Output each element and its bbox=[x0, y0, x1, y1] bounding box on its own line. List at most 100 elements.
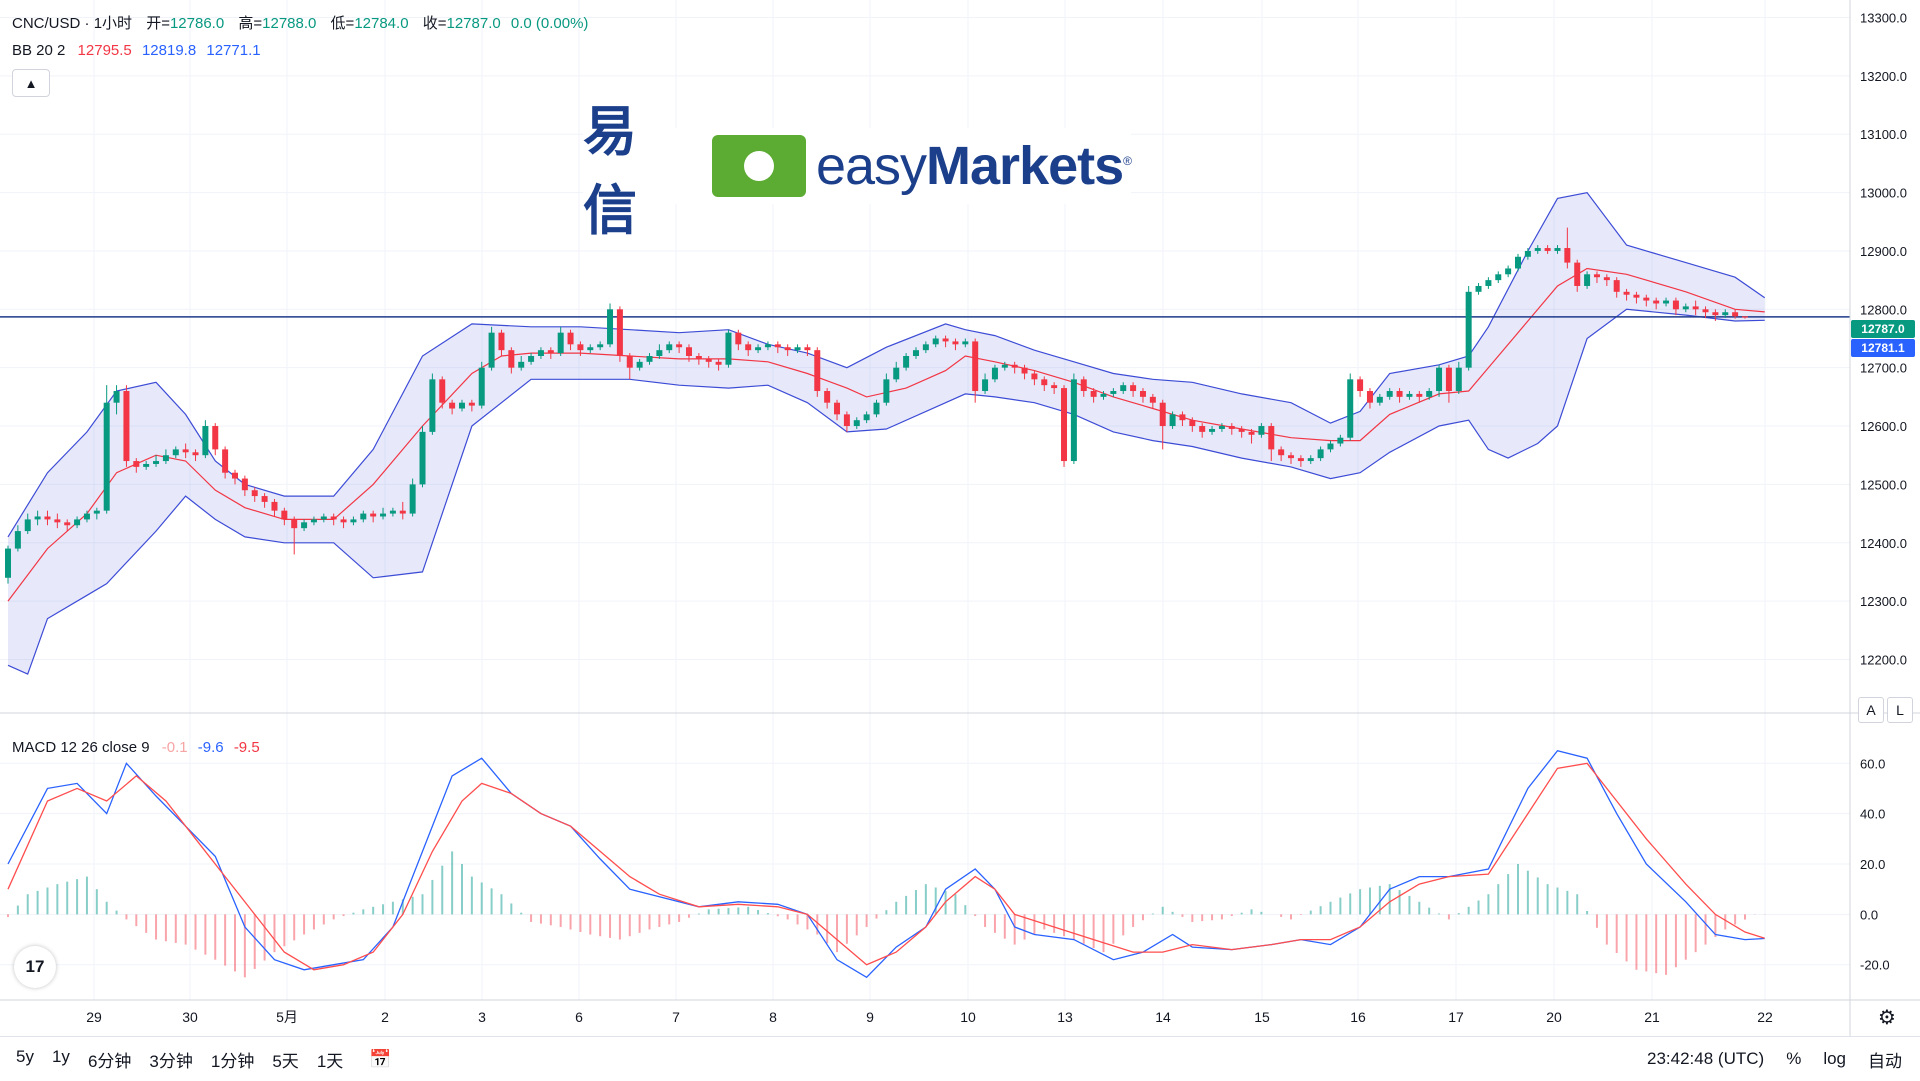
candle-body bbox=[1218, 426, 1225, 429]
bb-legend[interactable]: BB 20 2 12795.5 12819.8 12771.1 bbox=[12, 42, 261, 59]
macd-label: MACD 12 26 close 9 bbox=[12, 739, 150, 756]
x-tick-label: 8 bbox=[769, 1009, 777, 1025]
candle-body bbox=[577, 344, 584, 351]
candle-body bbox=[853, 420, 860, 427]
bb-lower-value: 12771.1 bbox=[206, 42, 261, 59]
range-1y[interactable]: 1y bbox=[52, 1047, 70, 1072]
candle-body bbox=[922, 344, 929, 351]
candle-body bbox=[656, 350, 663, 356]
logo-en-text: easyMarkets® bbox=[815, 136, 1132, 196]
range-1d[interactable]: 1天 bbox=[317, 1047, 343, 1072]
candle-body bbox=[1080, 379, 1087, 392]
candle-body bbox=[1445, 367, 1452, 392]
candle-body bbox=[537, 350, 544, 356]
auto-scale-button[interactable]: A bbox=[1858, 697, 1884, 723]
bb-lower-pill: 12781.1 bbox=[1851, 339, 1915, 357]
range-6m[interactable]: 6分钟 bbox=[88, 1047, 131, 1072]
candle-body bbox=[1574, 262, 1581, 286]
candle-body bbox=[291, 519, 298, 529]
log-scale-button[interactable]: L bbox=[1887, 697, 1913, 723]
candle-body bbox=[320, 516, 327, 520]
candle-body bbox=[666, 344, 673, 351]
candle-body bbox=[962, 341, 969, 345]
candle-body bbox=[1633, 294, 1640, 298]
range-1m[interactable]: 1分钟 bbox=[211, 1047, 254, 1072]
candle-body bbox=[1416, 393, 1423, 397]
candle-body bbox=[54, 519, 61, 523]
macd-legend[interactable]: MACD 12 26 close 9 -0.1 -9.6 -9.5 bbox=[12, 739, 260, 756]
candle-body bbox=[1426, 391, 1433, 397]
candle-body bbox=[1722, 312, 1729, 316]
range-5d[interactable]: 5天 bbox=[272, 1047, 298, 1072]
price-tick-label: 12200.0 bbox=[1860, 652, 1907, 667]
candle-body bbox=[883, 379, 890, 403]
candle-body bbox=[1110, 391, 1117, 394]
candle-body bbox=[1317, 449, 1324, 459]
candle-body bbox=[419, 431, 426, 485]
x-tick-label: 15 bbox=[1254, 1009, 1270, 1025]
candle-body bbox=[1149, 396, 1156, 403]
candle-body bbox=[83, 513, 90, 520]
candle-body bbox=[1672, 300, 1679, 310]
range-5y[interactable]: 5y bbox=[16, 1047, 34, 1072]
candle-body bbox=[932, 338, 939, 345]
bb-label: BB 20 2 bbox=[12, 42, 66, 59]
x-tick-label: 17 bbox=[1448, 1009, 1464, 1025]
candle-body bbox=[1258, 426, 1265, 435]
candle-body bbox=[182, 449, 189, 453]
candle-body bbox=[991, 367, 998, 380]
candle-body bbox=[676, 344, 683, 348]
candle-body bbox=[1248, 431, 1255, 435]
candle-body bbox=[1347, 379, 1354, 438]
candle-body bbox=[281, 510, 288, 520]
candle-body bbox=[1070, 379, 1077, 462]
x-tick-label: 3 bbox=[478, 1009, 486, 1025]
candle-body bbox=[952, 341, 959, 345]
gear-icon[interactable]: ⚙ bbox=[1878, 1005, 1896, 1030]
candle-body bbox=[498, 332, 505, 351]
candle-body bbox=[1455, 367, 1462, 392]
range-selector: 5y 1y 6分钟 3分钟 1分钟 5天 1天 bbox=[16, 1047, 343, 1072]
candle-body bbox=[1209, 428, 1216, 432]
range-3m[interactable]: 3分钟 bbox=[149, 1047, 192, 1072]
x-tick-label: 13 bbox=[1057, 1009, 1073, 1025]
macd-tick-label: 60.0 bbox=[1860, 756, 1885, 771]
calendar-range-icon[interactable]: 📅 bbox=[369, 1049, 391, 1070]
candle-body bbox=[1179, 414, 1186, 421]
x-tick-label: 29 bbox=[86, 1009, 102, 1025]
candle-body bbox=[1682, 306, 1689, 310]
candle-body bbox=[557, 332, 564, 354]
logo-cn-text: 易信 bbox=[583, 100, 641, 242]
candle-body bbox=[1357, 379, 1364, 392]
candle-body bbox=[389, 510, 396, 514]
interval-label[interactable]: 1小时 bbox=[94, 15, 132, 32]
log-toggle[interactable]: log bbox=[1823, 1049, 1846, 1069]
candle-body bbox=[212, 426, 219, 450]
candle-body bbox=[74, 519, 81, 526]
candle-body bbox=[1120, 385, 1127, 392]
candle-body bbox=[834, 402, 841, 415]
x-tick-label: 14 bbox=[1155, 1009, 1171, 1025]
macd-hist-value: -0.1 bbox=[161, 739, 188, 756]
close-value: 12787.0 bbox=[446, 15, 501, 32]
candle-body bbox=[893, 367, 900, 380]
auto-toggle[interactable]: 自动 bbox=[1868, 1047, 1902, 1072]
symbol-name[interactable]: CNC/USD bbox=[12, 15, 80, 32]
price-tick-label: 12300.0 bbox=[1860, 594, 1907, 609]
price-tick-label: 12400.0 bbox=[1860, 536, 1907, 551]
candle-body bbox=[1643, 297, 1650, 301]
candle-body bbox=[1288, 455, 1295, 459]
candle-body bbox=[478, 367, 485, 406]
percent-toggle[interactable]: % bbox=[1786, 1049, 1801, 1069]
last-price-pill: 12787.0 bbox=[1851, 320, 1915, 338]
candle-body bbox=[1169, 414, 1176, 427]
collapse-legend-button[interactable]: ▲ bbox=[12, 69, 50, 97]
candle-body bbox=[1732, 312, 1739, 317]
x-tick-label: 2 bbox=[381, 1009, 389, 1025]
utc-time[interactable]: 23:42:48 (UTC) bbox=[1647, 1049, 1764, 1069]
macd-tick-label: 0.0 bbox=[1860, 907, 1878, 922]
candle-body bbox=[231, 472, 238, 479]
tradingview-logo-icon[interactable]: 17 bbox=[14, 946, 56, 988]
candle-body bbox=[626, 356, 633, 368]
candle-body bbox=[103, 402, 110, 511]
